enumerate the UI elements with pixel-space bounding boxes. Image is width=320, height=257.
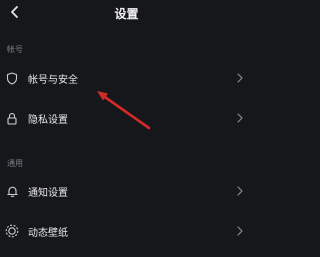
account-security-label: 帐号与安全 (28, 75, 78, 86)
privacy-settings-label: 隐私设置 (28, 115, 68, 126)
bell-icon (4, 183, 20, 199)
notification-settings-item[interactable]: 通知设置 (0, 177, 253, 205)
privacy-settings-item[interactable]: 隐私设置 (0, 104, 253, 132)
live-wallpaper-label: 动态壁纸 (28, 228, 68, 239)
top-bar: 设置 (0, 0, 253, 28)
shield-icon (4, 70, 20, 86)
chevron-right-icon (236, 225, 244, 237)
live-wallpaper-item[interactable]: 动态壁纸 (0, 217, 253, 245)
account-security-item[interactable]: 帐号与安全 (0, 64, 253, 92)
chevron-right-icon (236, 112, 244, 124)
page-title: 设置 (114, 7, 139, 21)
section-label-general: 通用 (7, 159, 23, 168)
lock-icon (4, 110, 20, 126)
wallpaper-icon (4, 223, 20, 239)
section-label-account: 帐号 (7, 45, 23, 54)
chevron-right-icon (236, 72, 244, 84)
notification-settings-label: 通知设置 (28, 188, 68, 199)
chevron-right-icon (236, 185, 244, 197)
